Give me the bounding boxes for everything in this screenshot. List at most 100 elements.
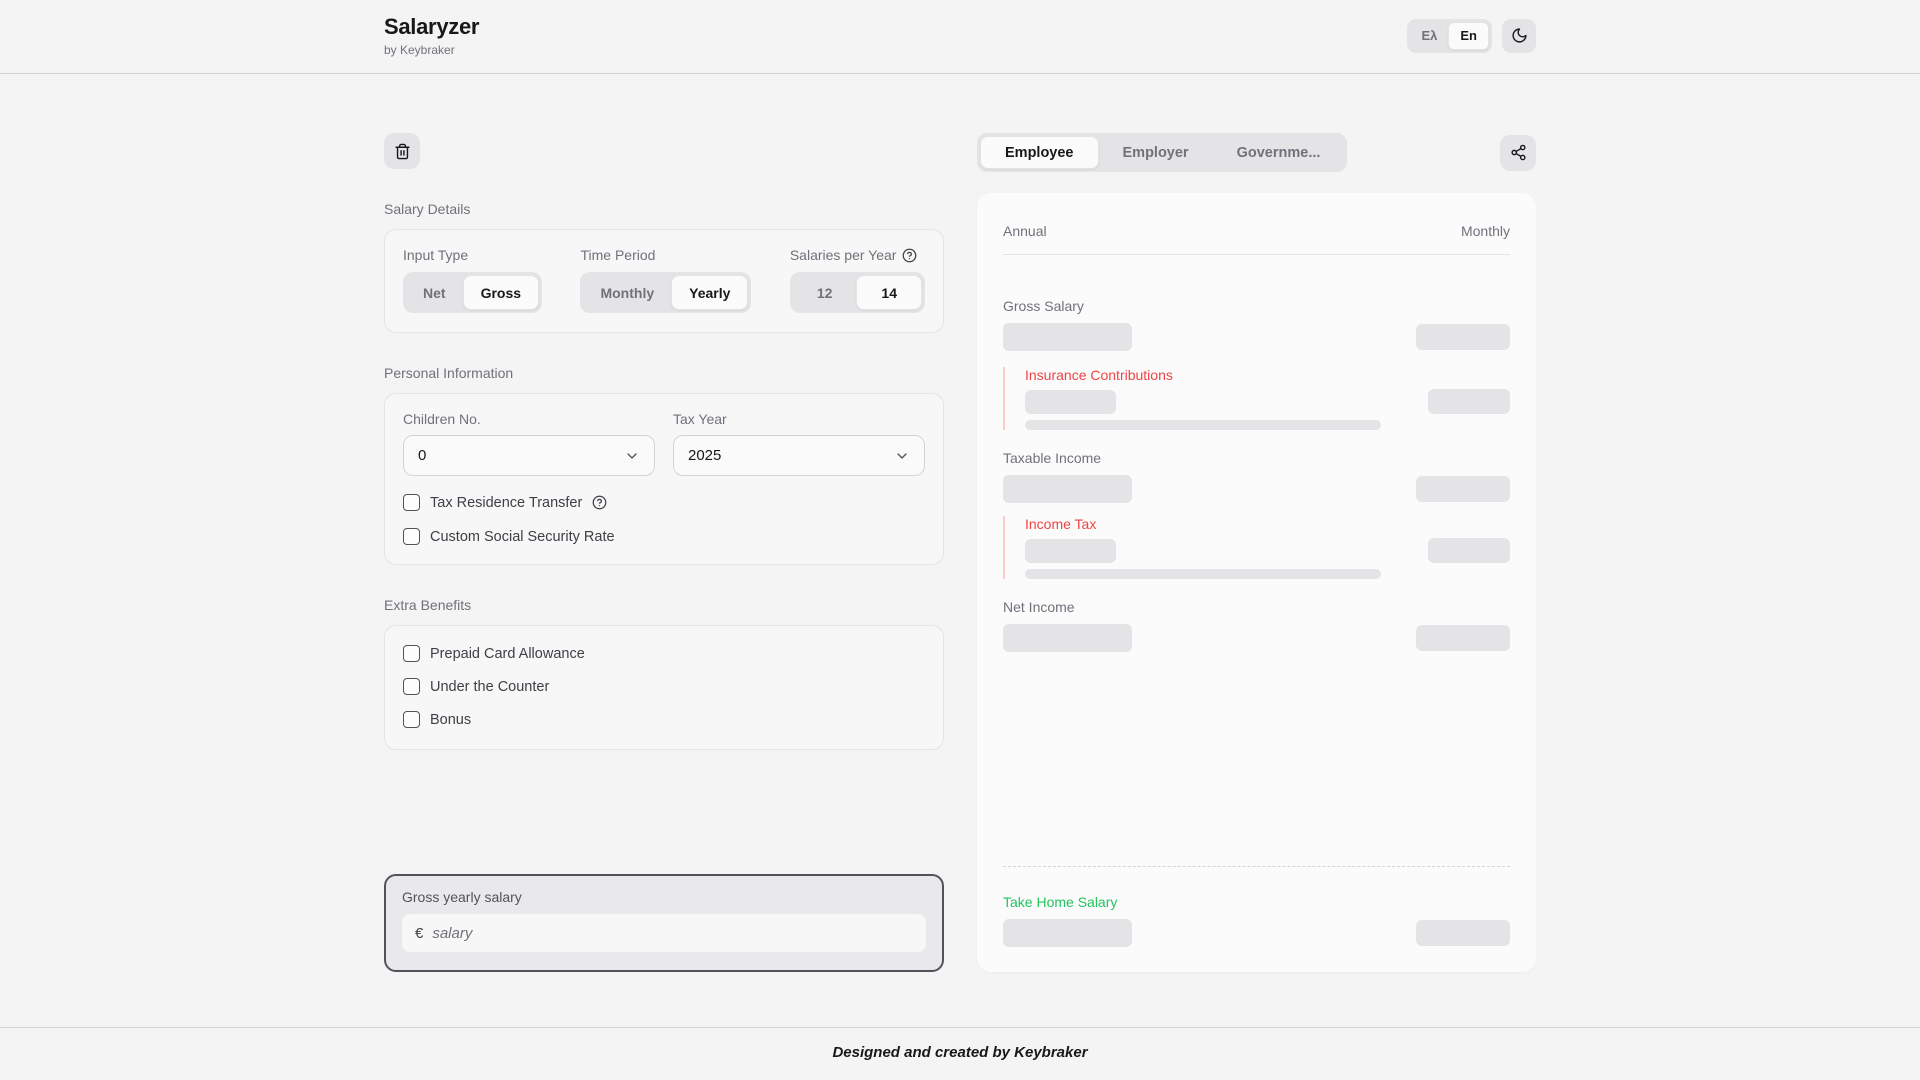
lang-greek-button[interactable]: Ελ xyxy=(1410,22,1448,50)
time-period-yearly-button[interactable]: Yearly xyxy=(671,275,749,310)
children-select-value: 0 xyxy=(418,447,427,464)
results-tabs-row: Employee Employer Governme... xyxy=(977,133,1536,172)
main-content: Salary Details Input Type Net Gross Time… xyxy=(384,133,1536,972)
salaries-per-year-toggle: 12 14 xyxy=(789,272,925,313)
insurance-contributions-label: Insurance Contributions xyxy=(1025,367,1173,383)
salary-input-wrap[interactable]: € xyxy=(402,914,926,952)
taxable-income-values xyxy=(1003,475,1510,503)
prepaid-card-allowance-label: Prepaid Card Allowance xyxy=(430,645,585,662)
personal-information-card: Children No. 0 Tax Year 2025 Tax Residen… xyxy=(384,393,944,565)
skeleton-loader xyxy=(1416,625,1510,651)
tax-residence-transfer-checkbox[interactable] xyxy=(403,494,420,511)
extra-benefits-heading: Extra Benefits xyxy=(384,597,472,613)
income-tax-block: Income Tax xyxy=(1003,516,1510,579)
moon-icon xyxy=(1511,27,1528,44)
taxable-income-label: Taxable Income xyxy=(1003,450,1102,466)
gross-salary-values xyxy=(1003,323,1510,351)
salary-input-box: Gross yearly salary € xyxy=(384,874,944,972)
salaryzer-app: Salaryzer by Keybraker Ελ En Salary Deta… xyxy=(0,0,1920,1061)
skeleton-loader xyxy=(1416,920,1510,946)
salaries-12-button[interactable]: 12 xyxy=(793,275,857,310)
currency-symbol: € xyxy=(415,924,424,942)
custom-social-security-row[interactable]: Custom Social Security Rate xyxy=(403,528,925,545)
skeleton-loader xyxy=(1003,624,1132,652)
income-tax-label: Income Tax xyxy=(1025,516,1097,532)
annual-column-header: Annual xyxy=(1003,223,1047,239)
chevron-down-icon xyxy=(624,448,640,464)
footer-credit: Designed and created by Keybraker xyxy=(832,1044,1088,1061)
help-circle-icon[interactable] xyxy=(902,248,917,263)
skeleton-loader xyxy=(1025,538,1116,563)
take-home-salary-label: Take Home Salary xyxy=(1003,894,1118,910)
time-period-label: Time Period xyxy=(580,247,656,263)
app-header: Salaryzer by Keybraker Ελ En xyxy=(0,0,1920,74)
results-card: Annual Monthly Gross Salary Insurance Co… xyxy=(977,193,1536,972)
monthly-column-header: Monthly xyxy=(1460,223,1510,239)
app-footer: Designed and created by Keybraker xyxy=(0,1027,1920,1061)
time-period-field: Time Period Monthly Yearly xyxy=(580,247,752,313)
skeleton-loader xyxy=(1416,476,1510,502)
custom-social-security-label: Custom Social Security Rate xyxy=(430,528,615,545)
bonus-row[interactable]: Bonus xyxy=(403,711,925,728)
input-type-gross-button[interactable]: Gross xyxy=(462,275,540,310)
bonus-checkbox[interactable] xyxy=(403,711,420,728)
tax-year-select-value: 2025 xyxy=(688,447,722,464)
skeleton-loader xyxy=(1003,323,1132,351)
perspective-tabs: Employee Employer Governme... xyxy=(977,133,1348,172)
prepaid-card-allowance-row[interactable]: Prepaid Card Allowance xyxy=(403,645,925,662)
take-home-values xyxy=(1003,919,1510,947)
custom-social-security-checkbox[interactable] xyxy=(403,528,420,545)
net-income-label: Net Income xyxy=(1003,599,1075,615)
bonus-label: Bonus xyxy=(430,711,472,728)
tax-year-field: Tax Year 2025 xyxy=(673,411,925,476)
input-type-field: Input Type Net Gross xyxy=(403,247,543,313)
salaries-per-year-field: Salaries per Year 12 14 xyxy=(789,247,925,313)
tax-year-label: Tax Year xyxy=(673,411,727,427)
input-type-label: Input Type xyxy=(403,247,469,263)
input-type-net-button[interactable]: Net xyxy=(406,275,463,310)
tab-employee[interactable]: Employee xyxy=(980,136,1099,169)
net-income-values xyxy=(1003,624,1510,652)
tax-residence-transfer-row[interactable]: Tax Residence Transfer xyxy=(403,494,925,511)
share-button[interactable] xyxy=(1500,134,1536,171)
dashed-separator xyxy=(1003,866,1510,867)
children-label: Children No. xyxy=(403,411,481,427)
prepaid-card-allowance-checkbox[interactable] xyxy=(403,645,420,662)
results-column: Employee Employer Governme... Annual Mon… xyxy=(977,133,1536,972)
column-separator xyxy=(1003,254,1510,255)
children-field: Children No. 0 xyxy=(403,411,655,476)
skeleton-loader xyxy=(1003,475,1132,503)
header-controls: Ελ En xyxy=(1407,18,1536,53)
skeleton-loader xyxy=(1025,389,1116,414)
salary-input[interactable] xyxy=(432,924,913,942)
under-the-counter-checkbox[interactable] xyxy=(403,678,420,695)
salary-input-label: Gross yearly salary xyxy=(402,889,522,905)
personal-information-heading: Personal Information xyxy=(384,365,514,381)
theme-toggle-button[interactable] xyxy=(1502,18,1536,53)
salary-details-heading: Salary Details xyxy=(384,201,471,217)
share-icon xyxy=(1510,144,1527,161)
time-period-toggle: Monthly Yearly xyxy=(580,272,752,313)
page-title: Salaryzer xyxy=(384,14,480,39)
form-column: Salary Details Input Type Net Gross Time… xyxy=(384,133,944,972)
clear-form-button[interactable] xyxy=(384,133,420,169)
take-home-section: Take Home Salary xyxy=(1003,866,1510,947)
tab-government[interactable]: Governme... xyxy=(1213,136,1345,169)
skeleton-loader xyxy=(1025,420,1381,430)
language-toggle: Ελ En xyxy=(1407,18,1492,53)
skeleton-loader xyxy=(1428,538,1510,563)
insurance-contributions-block: Insurance Contributions xyxy=(1003,367,1510,430)
children-select[interactable]: 0 xyxy=(403,435,655,476)
skeleton-loader xyxy=(1025,569,1381,579)
help-circle-icon[interactable] xyxy=(592,495,607,510)
skeleton-loader xyxy=(1428,389,1510,414)
salary-details-card: Input Type Net Gross Time Period Monthly… xyxy=(384,229,944,333)
under-the-counter-row[interactable]: Under the Counter xyxy=(403,678,925,695)
tax-year-select[interactable]: 2025 xyxy=(673,435,925,476)
insurance-contributions-values xyxy=(1025,389,1510,414)
salaries-14-button[interactable]: 14 xyxy=(856,275,922,310)
lang-english-button[interactable]: En xyxy=(1448,21,1489,50)
time-period-monthly-button[interactable]: Monthly xyxy=(583,275,671,310)
chevron-down-icon xyxy=(894,448,910,464)
tab-employer[interactable]: Employer xyxy=(1099,136,1213,169)
